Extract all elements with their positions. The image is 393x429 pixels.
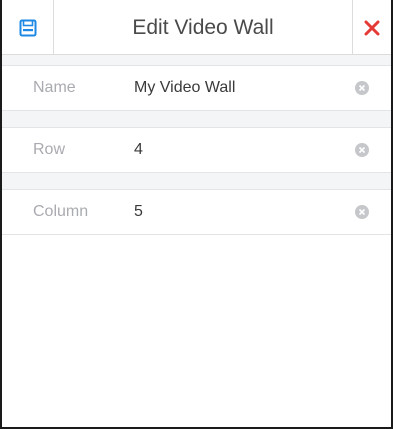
- column-field-input[interactable]: 5: [134, 190, 143, 234]
- name-field-label: Name: [33, 79, 76, 96]
- close-icon: [364, 20, 380, 35]
- save-icon: [19, 19, 36, 36]
- save-button[interactable]: [2, 0, 54, 55]
- clear-icon: [358, 146, 366, 154]
- edit-video-wall-dialog: Edit Video Wall Name My Video Wall Row 4: [0, 0, 393, 429]
- clear-column-button[interactable]: [355, 205, 369, 219]
- row-field-label: Row: [33, 141, 66, 158]
- clear-icon: [358, 208, 366, 216]
- dialog-title: Edit Video Wall: [132, 15, 274, 39]
- row-field-row: Row 4: [2, 127, 391, 173]
- section-gap: [2, 173, 391, 189]
- dialog-header: Edit Video Wall: [2, 0, 391, 55]
- name-field-input[interactable]: My Video Wall: [134, 66, 235, 110]
- close-button[interactable]: [352, 0, 391, 55]
- name-field-row: Name My Video Wall: [2, 65, 391, 111]
- clear-row-button[interactable]: [355, 143, 369, 157]
- column-field-label: Column: [33, 203, 89, 220]
- clear-icon: [358, 84, 366, 92]
- column-field-row: Column 5: [2, 189, 391, 235]
- section-gap: [2, 55, 391, 65]
- section-gap: [2, 111, 391, 127]
- clear-name-button[interactable]: [355, 81, 369, 95]
- row-field-input[interactable]: 4: [134, 128, 143, 172]
